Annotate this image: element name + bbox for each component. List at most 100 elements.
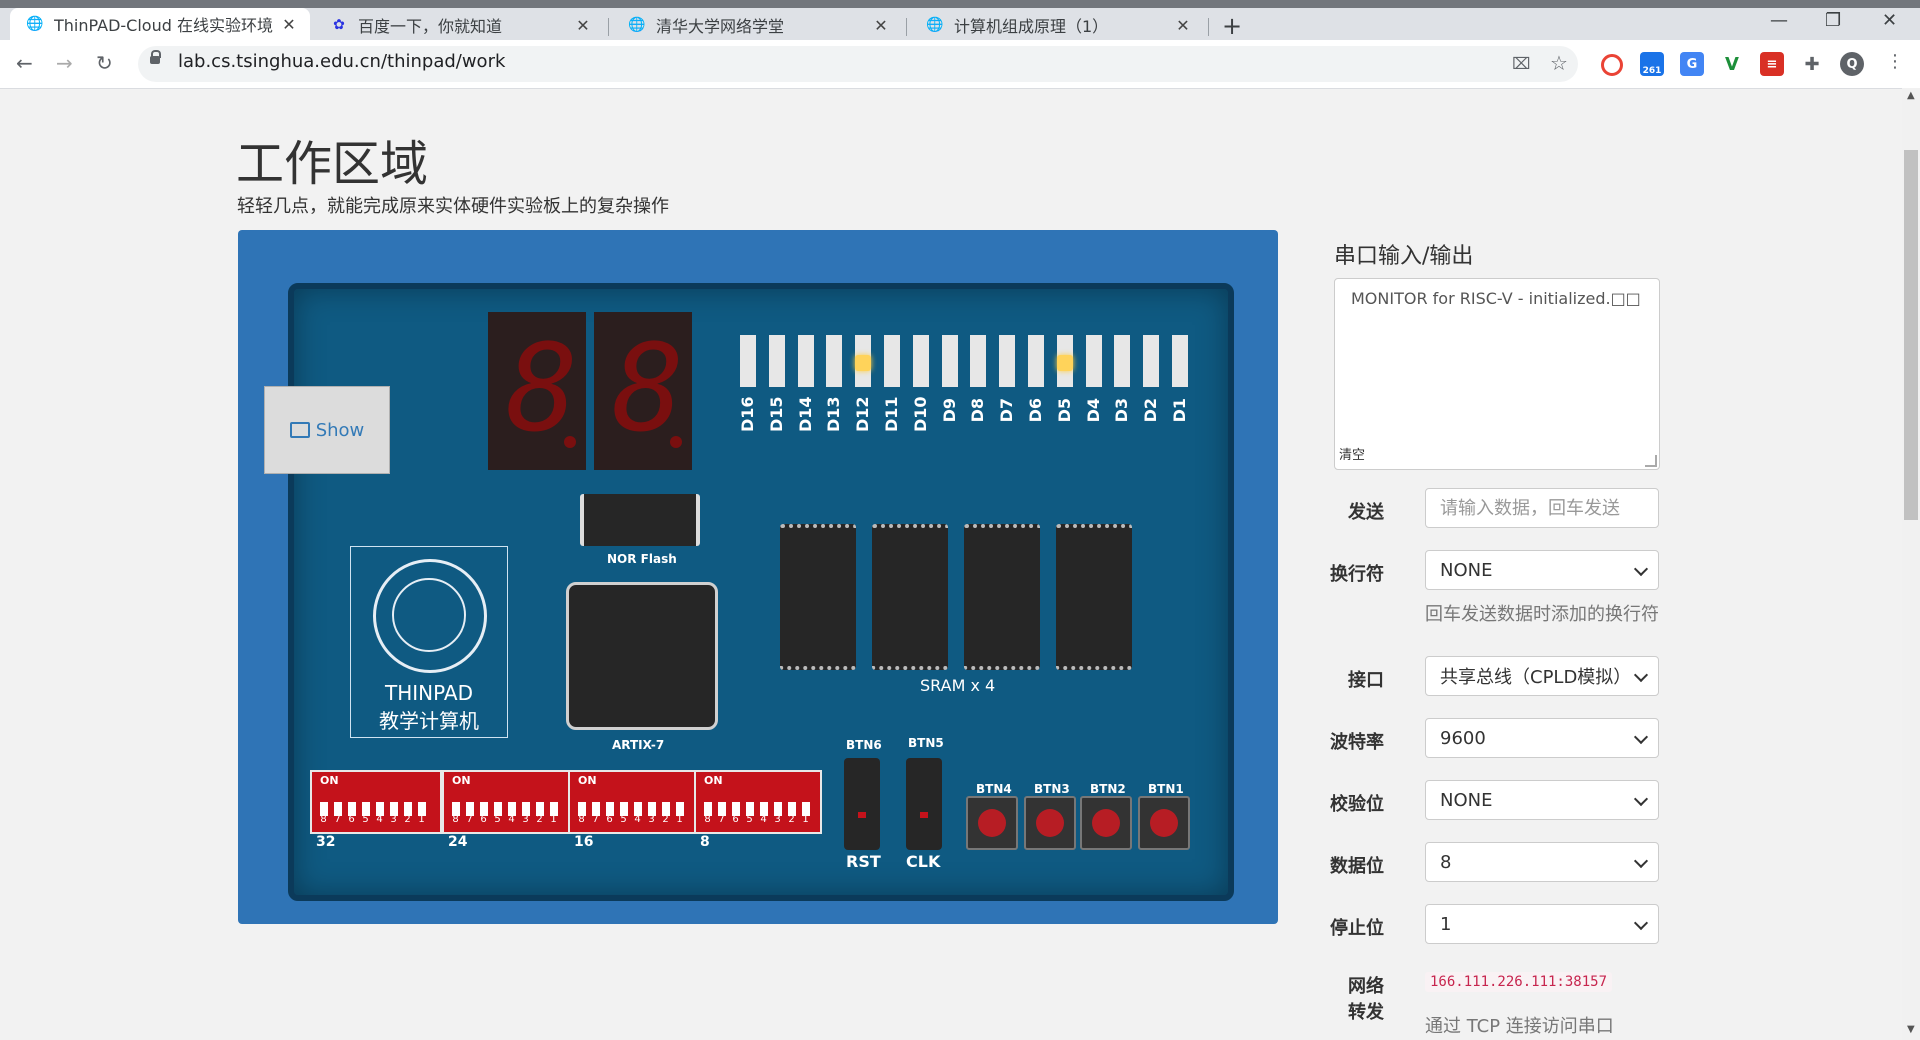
profile-avatar[interactable]: Q bbox=[1840, 52, 1864, 76]
url-text[interactable]: lab.cs.tsinghua.edu.cn/thinpad/work bbox=[178, 51, 505, 72]
forward-label-2: 转发 bbox=[1348, 1002, 1384, 1023]
clk-label: CLK bbox=[906, 852, 941, 871]
menu-kebab-icon[interactable]: ⋮ bbox=[1886, 51, 1904, 72]
google-translate-icon[interactable]: G bbox=[1680, 52, 1704, 76]
nor-flash-chip bbox=[580, 494, 700, 546]
led-label: D5 bbox=[1054, 398, 1074, 423]
globe-icon: 🌐 bbox=[926, 17, 944, 33]
dip-switch-number: 2 bbox=[662, 814, 669, 825]
dip-on-label: ON bbox=[578, 774, 597, 787]
bookmark-star-icon[interactable]: ☆ bbox=[1550, 51, 1568, 75]
forward-arrow-icon[interactable]: → bbox=[56, 51, 73, 75]
dip-switch-number: 3 bbox=[774, 814, 781, 825]
extension-badge: 261 bbox=[1642, 66, 1662, 76]
show-button[interactable]: Show bbox=[264, 386, 390, 474]
dip-switch-number: 1 bbox=[550, 814, 557, 825]
new-tab-button[interactable]: + bbox=[1222, 12, 1242, 40]
dip-switch-number: 7 bbox=[592, 814, 599, 825]
databits-select[interactable]: 8 bbox=[1425, 842, 1659, 882]
dip-switch-number: 8 bbox=[704, 814, 711, 825]
close-tab-icon[interactable]: ✕ bbox=[278, 15, 300, 34]
baidu-paw-icon: ✿ bbox=[333, 17, 345, 33]
close-tab-icon[interactable]: ✕ bbox=[572, 16, 594, 35]
calendar-extension-icon[interactable]: 261 bbox=[1640, 52, 1664, 76]
clear-output-button[interactable]: 清空 bbox=[1339, 444, 1365, 463]
interface-label: 接口 bbox=[1348, 670, 1384, 691]
forward-label-1: 网络 bbox=[1348, 976, 1384, 997]
tab-thinpad[interactable]: 🌐 ThinPAD-Cloud 在线实验环境 ✕ bbox=[10, 8, 310, 40]
window-close-button[interactable]: ✕ bbox=[1882, 10, 1897, 31]
sram-chip bbox=[872, 524, 948, 670]
page-scrollbar[interactable]: ▲ ▼ bbox=[1902, 88, 1920, 1040]
dip-switch-number: 5 bbox=[746, 814, 753, 825]
dip-switch-number: 1 bbox=[676, 814, 683, 825]
send-input[interactable] bbox=[1425, 488, 1659, 528]
minimize-button[interactable]: — bbox=[1770, 10, 1788, 31]
dip-switch-number: 3 bbox=[522, 814, 529, 825]
seven-segment-digit: 8 bbox=[488, 312, 586, 470]
rst-lever-switch[interactable] bbox=[844, 758, 880, 850]
baud-select[interactable]: 9600 bbox=[1425, 718, 1659, 758]
btn3-button[interactable] bbox=[1024, 796, 1076, 850]
tab-title: ThinPAD-Cloud 在线实验环境 bbox=[54, 16, 273, 35]
tab-learn[interactable]: 🌐 清华大学网络学堂 ✕ bbox=[612, 10, 902, 40]
scrollbar-thumb[interactable] bbox=[1904, 150, 1918, 520]
tab-baidu[interactable]: ✿ 百度一下，你就知道 ✕ bbox=[314, 10, 604, 40]
led-d9 bbox=[941, 335, 958, 387]
led-d15 bbox=[768, 335, 785, 387]
decimal-point bbox=[564, 436, 576, 448]
button-cap bbox=[978, 809, 1006, 837]
led-d16 bbox=[740, 335, 756, 387]
vue-devtools-icon[interactable]: V bbox=[1720, 52, 1744, 76]
stopbits-select[interactable]: 1 bbox=[1425, 904, 1659, 944]
sram-chip bbox=[780, 524, 856, 670]
dip-switch-number: 2 bbox=[536, 814, 543, 825]
show-button-label: Show bbox=[315, 419, 365, 441]
clk-lever-switch[interactable] bbox=[906, 758, 942, 850]
back-arrow-icon[interactable]: ← bbox=[16, 51, 33, 75]
dip-switch-number: 6 bbox=[606, 814, 613, 825]
led-label: D4 bbox=[1083, 398, 1103, 423]
btn2-button[interactable] bbox=[1080, 796, 1132, 850]
newline-select[interactable]: NONE bbox=[1425, 550, 1659, 590]
close-tab-icon[interactable]: ✕ bbox=[1172, 16, 1194, 35]
button-cap bbox=[1036, 809, 1064, 837]
btn6-label: BTN6 bbox=[846, 738, 882, 752]
led-label: D12 bbox=[853, 396, 873, 432]
red-extension-icon[interactable]: ≡ bbox=[1760, 52, 1784, 76]
btn1-button[interactable] bbox=[1138, 796, 1190, 850]
dip-switch-number: 8 bbox=[578, 814, 585, 825]
interface-select[interactable]: 共享总线（CPLD模拟） bbox=[1425, 656, 1659, 696]
chevron-down-icon bbox=[1633, 561, 1649, 577]
parity-select[interactable]: NONE bbox=[1425, 780, 1659, 820]
tab-course[interactable]: 🌐 计算机组成原理（1） ✕ bbox=[910, 10, 1204, 40]
lock-icon[interactable] bbox=[150, 50, 161, 64]
led-label: D13 bbox=[824, 396, 844, 432]
close-tab-icon[interactable]: ✕ bbox=[870, 16, 892, 35]
led-d4 bbox=[1085, 335, 1102, 387]
led-d2 bbox=[1143, 335, 1160, 387]
newline-help: 回车发送数据时添加的换行符 bbox=[1425, 604, 1659, 625]
btn4-button[interactable] bbox=[966, 796, 1018, 850]
led-label: D7 bbox=[997, 398, 1017, 423]
resize-grip-icon[interactable] bbox=[1645, 455, 1657, 467]
translate-icon[interactable]: ⌧ bbox=[1512, 54, 1530, 73]
chevron-down-icon bbox=[1633, 667, 1649, 683]
dip-switch-bank: ON 8 7 6 5 4 3 2 1 bbox=[442, 770, 574, 834]
segment-digit-value: 8 bbox=[612, 320, 685, 459]
segment-digit-value: 8 bbox=[506, 320, 579, 459]
logo-line1: THINPAD bbox=[385, 681, 473, 705]
chevron-down-icon bbox=[1633, 791, 1649, 807]
globe-icon: 🌐 bbox=[628, 17, 646, 33]
restore-button[interactable]: ❐ bbox=[1825, 10, 1841, 31]
chrome-extension-icon[interactable] bbox=[1601, 54, 1623, 76]
dip-on-label: ON bbox=[704, 774, 723, 787]
serial-output-box[interactable]: MONITOR for RISC-V - initialized.□□ 清空 bbox=[1334, 278, 1660, 470]
scroll-down-icon[interactable]: ▼ bbox=[1907, 1024, 1915, 1035]
puzzle-extensions-icon[interactable]: ✚ bbox=[1800, 52, 1824, 76]
scroll-up-icon[interactable]: ▲ bbox=[1907, 90, 1915, 101]
led-d11 bbox=[884, 335, 900, 387]
dip-switch-number: 6 bbox=[732, 814, 739, 825]
reload-icon[interactable]: ↻ bbox=[96, 51, 113, 75]
chevron-down-icon bbox=[1633, 729, 1649, 745]
